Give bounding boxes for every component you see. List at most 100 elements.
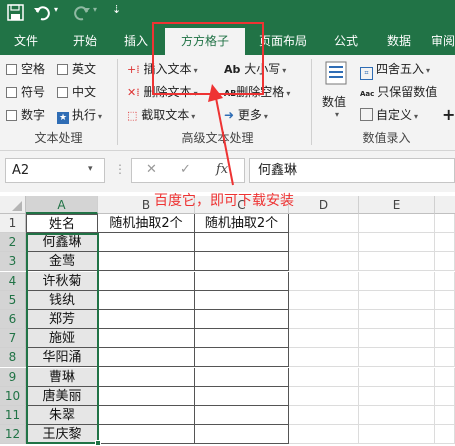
table-cell[interactable]	[195, 425, 289, 444]
row-header[interactable]: 2	[0, 233, 26, 252]
table-cell[interactable]	[289, 329, 359, 348]
table-cell[interactable]	[289, 233, 359, 252]
table-cell[interactable]	[435, 214, 455, 233]
customize-toolbar-icon[interactable]: ⇣	[112, 3, 121, 16]
table-cell[interactable]	[98, 233, 195, 252]
table-cell[interactable]	[435, 329, 455, 348]
table-cell[interactable]	[289, 252, 359, 271]
table-cell[interactable]	[289, 214, 359, 233]
column-header-e[interactable]: E	[359, 196, 435, 214]
table-cell[interactable]	[98, 368, 195, 387]
checkbox-box[interactable]	[6, 110, 17, 121]
checkbox-box[interactable]	[57, 87, 68, 98]
row-header[interactable]: 5	[0, 291, 26, 310]
custom-button[interactable]: 自定义 ▾	[360, 106, 418, 124]
table-cell[interactable]	[98, 425, 195, 444]
table-cell[interactable]	[289, 272, 359, 291]
table-cell[interactable]	[435, 252, 455, 271]
table-cell[interactable]	[289, 291, 359, 310]
checkbox-box[interactable]	[6, 87, 17, 98]
table-cell[interactable]	[359, 425, 435, 444]
table-cell[interactable]	[435, 368, 455, 387]
table-cell[interactable]	[359, 291, 435, 310]
table-cell[interactable]	[98, 329, 195, 348]
table-cell[interactable]	[359, 252, 435, 271]
table-cell[interactable]	[359, 406, 435, 425]
column-header-a[interactable]: A	[26, 196, 98, 214]
checkbox-english[interactable]: 英文	[57, 60, 96, 78]
redo-dropdown-icon[interactable]: ▾	[93, 5, 97, 14]
table-cell[interactable]	[435, 291, 455, 310]
checkbox-number[interactable]: 数字	[6, 106, 45, 124]
value-button[interactable]: 数值 ▾	[320, 59, 354, 123]
table-cell[interactable]	[359, 272, 435, 291]
table-cell[interactable]	[98, 310, 195, 329]
row-header[interactable]: 1	[0, 214, 26, 233]
table-cell[interactable]	[359, 368, 435, 387]
table-cell[interactable]	[359, 329, 435, 348]
table-cell[interactable]	[289, 406, 359, 425]
keep-value-button[interactable]: Aac 只保留数值	[360, 83, 437, 101]
table-cell[interactable]	[289, 425, 359, 444]
checkbox-box[interactable]	[57, 64, 68, 75]
fill-handle[interactable]	[95, 440, 101, 446]
row-header[interactable]: 8	[0, 348, 26, 367]
row-header[interactable]: 3	[0, 252, 26, 271]
table-cell[interactable]	[359, 387, 435, 406]
table-cell[interactable]	[195, 233, 289, 252]
table-cell[interactable]	[98, 272, 195, 291]
row-header[interactable]: 11	[0, 406, 26, 425]
table-cell[interactable]	[289, 368, 359, 387]
row-header[interactable]: 7	[0, 329, 26, 348]
table-cell[interactable]	[359, 310, 435, 329]
table-cell[interactable]	[435, 348, 455, 367]
undo-icon[interactable]	[33, 4, 51, 22]
tab-formulas[interactable]: 公式	[326, 28, 366, 55]
table-cell[interactable]	[289, 387, 359, 406]
add-icon[interactable]: +	[442, 106, 455, 124]
table-cell[interactable]	[98, 252, 195, 271]
cut-text-button[interactable]: ⬚ 截取文本 ▾	[127, 106, 195, 124]
table-cell[interactable]	[359, 348, 435, 367]
table-cell[interactable]	[195, 310, 289, 329]
row-header[interactable]: 12	[0, 425, 26, 444]
table-cell[interactable]	[435, 233, 455, 252]
table-cell[interactable]	[435, 425, 455, 444]
row-header[interactable]: 6	[0, 310, 26, 329]
row-header[interactable]: 4	[0, 272, 26, 291]
tab-review[interactable]: 审阅	[431, 28, 455, 55]
checkbox-space[interactable]: 空格	[6, 60, 45, 78]
table-cell[interactable]	[195, 387, 289, 406]
cancel-icon[interactable]: ✕	[146, 162, 157, 177]
table-cell[interactable]	[195, 368, 289, 387]
table-cell[interactable]	[435, 310, 455, 329]
table-cell[interactable]	[359, 214, 435, 233]
name-box-dropdown-icon[interactable]: ▾	[88, 164, 93, 174]
table-cell[interactable]	[195, 348, 289, 367]
table-cell[interactable]	[98, 406, 195, 425]
column-header-d[interactable]: D	[289, 196, 359, 214]
table-cell[interactable]	[195, 272, 289, 291]
redo-icon[interactable]	[73, 4, 91, 22]
column-header-f[interactable]	[435, 196, 455, 214]
undo-dropdown-icon[interactable]: ▾	[54, 5, 58, 14]
tab-data[interactable]: 数据	[379, 28, 419, 55]
round-button[interactable]: ⌗ 四舍五入 ▾	[360, 60, 430, 80]
table-cell[interactable]	[435, 387, 455, 406]
select-all-corner[interactable]	[0, 196, 26, 214]
table-cell[interactable]	[195, 406, 289, 425]
execute-button[interactable]: ★ 执行 ▾	[57, 106, 102, 124]
table-cell[interactable]	[98, 291, 195, 310]
table-cell[interactable]: 随机抽取2个	[195, 214, 289, 233]
checkbox-box[interactable]	[6, 64, 17, 75]
table-cell[interactable]	[195, 329, 289, 348]
checkbox-symbol[interactable]: 符号	[6, 83, 45, 101]
table-cell[interactable]	[195, 291, 289, 310]
table-cell[interactable]	[195, 252, 289, 271]
row-header[interactable]: 10	[0, 387, 26, 406]
table-cell[interactable]: 姓名	[26, 214, 98, 233]
table-cell[interactable]	[98, 348, 195, 367]
table-cell[interactable]	[359, 233, 435, 252]
table-cell[interactable]	[289, 348, 359, 367]
tab-home[interactable]: 开始	[60, 28, 110, 55]
